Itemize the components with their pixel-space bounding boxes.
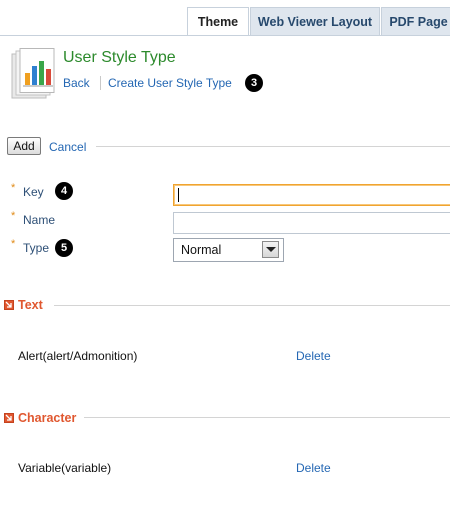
name-input[interactable] bbox=[173, 212, 450, 234]
add-button[interactable]: Add bbox=[7, 137, 41, 155]
delete-link[interactable]: Delete bbox=[296, 349, 331, 363]
required-marker: * bbox=[11, 182, 16, 194]
back-link[interactable]: Back bbox=[63, 76, 90, 90]
page-title: User Style Type bbox=[63, 49, 176, 66]
callout-badge-5: 5 bbox=[55, 239, 73, 257]
callout-badge-3: 3 bbox=[245, 74, 263, 92]
name-label: Name bbox=[23, 213, 56, 227]
key-input[interactable] bbox=[173, 184, 450, 206]
section-title: Text bbox=[18, 298, 43, 312]
create-user-style-type-link[interactable]: Create User Style Type bbox=[108, 76, 232, 90]
key-label: Key bbox=[23, 185, 44, 199]
tab-bar: Theme Web Viewer Layout PDF Page bbox=[0, 0, 450, 36]
delete-link[interactable]: Delete bbox=[296, 461, 331, 475]
action-divider bbox=[96, 146, 450, 147]
cancel-link[interactable]: Cancel bbox=[49, 140, 86, 154]
required-marker: * bbox=[11, 238, 16, 250]
document-chart-icon bbox=[10, 48, 56, 102]
collapse-icon bbox=[4, 413, 14, 423]
section-divider bbox=[84, 417, 450, 418]
collapse-icon bbox=[4, 300, 14, 310]
callout-badge-4: 4 bbox=[55, 182, 73, 200]
type-select-value: Normal bbox=[181, 243, 222, 257]
list-item: Variable(variable) bbox=[18, 461, 112, 475]
link-separator bbox=[100, 76, 101, 90]
section-title: Character bbox=[18, 411, 77, 425]
tab-web-viewer-layout[interactable]: Web Viewer Layout bbox=[250, 7, 380, 36]
tab-theme[interactable]: Theme bbox=[187, 7, 249, 36]
chevron-down-icon bbox=[266, 247, 276, 252]
tab-divider bbox=[0, 35, 450, 36]
section-divider bbox=[54, 305, 450, 306]
type-label: Type bbox=[23, 241, 50, 255]
text-caret bbox=[178, 188, 179, 202]
tab-pdf-page[interactable]: PDF Page bbox=[381, 7, 450, 36]
list-item: Alert(alert/Admonition) bbox=[18, 349, 138, 363]
required-marker: * bbox=[11, 210, 16, 222]
